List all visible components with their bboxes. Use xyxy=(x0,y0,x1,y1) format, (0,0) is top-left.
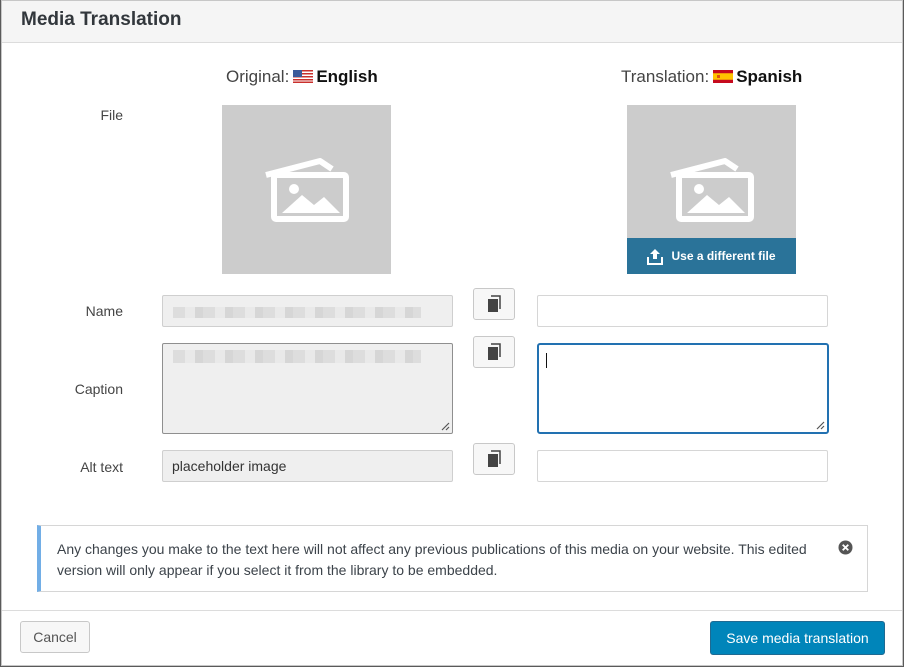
copy-icon xyxy=(488,295,501,312)
original-file-thumbnail xyxy=(222,105,391,274)
us-flag-icon xyxy=(293,68,314,83)
text-cursor xyxy=(546,353,547,368)
original-language-heading: Original: English xyxy=(226,67,378,86)
media-translation-dialog: Media Translation Original: English Trans… xyxy=(1,0,903,666)
use-different-file-button[interactable]: Use a different file xyxy=(627,238,796,274)
redacted-text xyxy=(173,350,421,363)
resize-grip-icon[interactable] xyxy=(815,420,825,430)
use-different-file-label: Use a different file xyxy=(671,249,776,263)
redacted-text xyxy=(173,307,421,318)
name-label: Name xyxy=(85,303,123,319)
resize-grip-icon xyxy=(441,422,450,431)
original-language: English xyxy=(316,67,378,86)
translation-language: Spanish xyxy=(736,67,803,86)
original-name-field xyxy=(162,295,453,327)
file-label: File xyxy=(100,107,123,123)
translation-name-input[interactable] xyxy=(537,295,828,327)
cancel-button[interactable]: Cancel xyxy=(20,621,90,653)
dismiss-icon[interactable] xyxy=(838,540,853,555)
image-placeholder-icon xyxy=(670,158,754,222)
dialog-footer: Cancel Save media translation xyxy=(2,610,902,665)
upload-icon xyxy=(647,248,664,265)
copy-icon xyxy=(488,343,501,360)
caption-label: Caption xyxy=(74,381,123,397)
alt-text-label: Alt text xyxy=(80,459,123,475)
copy-name-button[interactable] xyxy=(473,288,515,320)
info-notice: Any changes you make to the text here wi… xyxy=(37,525,868,592)
copy-icon xyxy=(488,450,501,467)
translation-caption-textarea[interactable] xyxy=(537,343,829,434)
image-placeholder-icon xyxy=(265,158,349,222)
translation-file-thumbnail: Use a different file xyxy=(627,105,796,274)
original-caption-field xyxy=(162,343,453,434)
copy-caption-button[interactable] xyxy=(473,336,515,368)
dialog-title: Media Translation xyxy=(21,9,182,30)
dialog-header: Media Translation xyxy=(2,1,902,43)
translation-alt-text-input[interactable] xyxy=(537,450,828,482)
notice-text: Any changes you make to the text here wi… xyxy=(57,541,807,578)
es-flag-icon xyxy=(713,68,734,83)
copy-alt-text-button[interactable] xyxy=(473,443,515,475)
translation-language-heading: Translation: Spanish xyxy=(621,67,803,86)
original-alt-text-field: placeholder image xyxy=(162,450,453,482)
save-media-translation-button[interactable]: Save media translation xyxy=(710,621,885,655)
